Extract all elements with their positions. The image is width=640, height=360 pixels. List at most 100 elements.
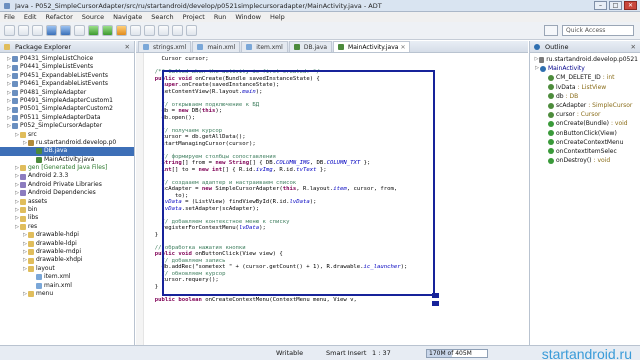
tree-item[interactable]: MainActivity.java [0, 156, 134, 164]
tree-item[interactable]: ▷ bin [0, 206, 134, 214]
avd-manager-icon[interactable] [60, 25, 71, 36]
minimize-icon[interactable]: – [594, 1, 607, 10]
outline-item-name: ru.startandroid.develop.p0521 [546, 56, 638, 63]
tree-item[interactable]: main.xml [0, 282, 134, 290]
menu-item-run[interactable]: Run [214, 13, 226, 21]
tree-item[interactable]: ▷ P052_SimpleCursorAdapter [0, 122, 134, 130]
tree-item[interactable]: ▷ P0451_ExpandableListEvents [0, 72, 134, 80]
outline-item[interactable]: onDestroy(): void [530, 156, 640, 165]
close-tab-icon[interactable]: ✕ [400, 44, 405, 51]
outline-item[interactable]: lvData: ListView [530, 83, 640, 92]
android-sdk-icon[interactable] [46, 25, 57, 36]
tab-db-java[interactable]: DB.java [288, 41, 333, 52]
tree-item[interactable]: ▷ P0501_SimpleAdapterCustom2 [0, 105, 134, 113]
menu-item-help[interactable]: Help [270, 13, 285, 21]
search-icon[interactable] [74, 25, 85, 36]
tree-item[interactable]: ▷ P0491_SimpleAdapterCustom1 [0, 97, 134, 105]
print-icon[interactable] [32, 25, 43, 36]
tab-item-xml[interactable]: item.xml [241, 41, 288, 52]
tree-item[interactable]: ▷ drawable-ldpi [0, 240, 134, 248]
external-tools-icon[interactable] [116, 25, 127, 36]
menu-item-navigate[interactable]: Navigate [113, 13, 142, 21]
new-icon[interactable] [4, 25, 15, 36]
code-line: public boolean onCreateContextMenu(Conte… [154, 296, 357, 303]
tree-item[interactable]: ▷ drawable-mdpi [0, 248, 134, 256]
outline-item[interactable]: onContextItemSelec [530, 147, 640, 156]
tree-item[interactable]: ▷ ru.startandroid.develop.p0 [0, 139, 134, 147]
outline-item[interactable]: cursor: Cursor [530, 110, 640, 119]
code-editor[interactable]: Cursor cursor; /** Called when the activ… [136, 53, 528, 345]
save-icon[interactable] [18, 25, 29, 36]
outline-tab[interactable]: Outline ✕ [530, 41, 640, 53]
highlight-resize-handle[interactable] [432, 293, 439, 298]
menu-item-edit[interactable]: Edit [24, 13, 37, 21]
tree-item[interactable]: DB.java [0, 147, 134, 156]
quick-access-input[interactable]: Quick Access [562, 25, 634, 36]
highlight-resize-handle-lower[interactable] [432, 301, 439, 306]
outline-item[interactable]: ▷ MainActivity [530, 64, 640, 73]
tab-label: DB.java [303, 43, 328, 51]
tree-item[interactable]: ▷ P0461_ExpandableListEvents [0, 80, 134, 88]
file-icon [143, 44, 149, 50]
outline-item[interactable]: scAdapter: SimpleCursor [530, 101, 640, 110]
file-icon [293, 44, 300, 50]
menu-item-window[interactable]: Window [235, 13, 261, 21]
tree-item[interactable]: ▷ Android Private Libraries [0, 181, 134, 189]
run-icon[interactable] [102, 25, 113, 36]
search-file-icon[interactable] [158, 25, 169, 36]
tab-label: MainActivity.java [348, 43, 399, 51]
outline-item-name: onButtonClick(View) [556, 129, 617, 137]
memory-monitor[interactable]: 170M of 405M [426, 349, 488, 358]
outline-item[interactable]: onButtonClick(View) [530, 129, 640, 138]
maximize-icon[interactable]: □ [609, 1, 622, 10]
tree-item-label: ru.startandroid.develop.p0 [36, 138, 117, 146]
outline-item[interactable]: ▷ ru.startandroid.develop.p0521 [530, 55, 640, 64]
tree-item[interactable]: ▷ Android Dependencies [0, 189, 134, 197]
tab-main-xml[interactable]: main.xml [192, 41, 241, 52]
outline-item-name: cursor [556, 111, 575, 119]
tree-item[interactable]: ▷ drawable-hdpi [0, 231, 134, 239]
open-perspective-icon[interactable] [544, 25, 558, 36]
outline-item[interactable]: onCreate(Bundle): void [530, 119, 640, 128]
tree-item[interactable]: ▷ P0431_SimpleListChoice [0, 55, 134, 63]
menu-item-source[interactable]: Source [82, 13, 104, 21]
tab-mainactivity-java[interactable]: MainActivity.java ✕ [333, 41, 411, 52]
forward-icon[interactable] [186, 25, 197, 36]
tree-item[interactable]: ▷ assets [0, 198, 134, 206]
open-type-icon[interactable] [144, 25, 155, 36]
new-java-class-icon[interactable] [130, 25, 141, 36]
menu-item-search[interactable]: Search [151, 13, 173, 21]
outline-item[interactable]: onCreateContextMenu [530, 138, 640, 147]
tree-item[interactable]: ▷ res [0, 223, 134, 231]
menu-item-refactor[interactable]: Refactor [45, 13, 72, 21]
tree-item[interactable]: ▷ gen [Generated Java Files] [0, 164, 134, 172]
tree-item[interactable]: ▷ drawable-xhdpi [0, 256, 134, 264]
tree-item[interactable]: ▷ P0481_SimpleAdapter [0, 89, 134, 97]
tree-item[interactable]: ▷ P0511_SimpleAdapterData [0, 114, 134, 122]
close-icon[interactable]: ✕ [624, 1, 637, 10]
package-explorer-icon [4, 43, 10, 50]
outline-item[interactable]: db: DB [530, 92, 640, 101]
package-explorer-tab[interactable]: Package Explorer ✕ [0, 41, 134, 53]
tree-item[interactable]: ▷ Android 2.3.3 [0, 172, 134, 180]
back-icon[interactable] [172, 25, 183, 36]
tree-item[interactable]: ▷ P0441_SimpleListEvents [0, 63, 134, 71]
menu-bar: File Edit Refactor Source Navigate Search Proj… [0, 12, 640, 22]
tab-strings-xml[interactable]: strings.xml [138, 41, 192, 52]
debug-icon[interactable] [88, 25, 99, 36]
outline-item[interactable]: CM_DELETE_ID: int [530, 73, 640, 82]
tree-item[interactable]: ▷ menu [0, 290, 134, 298]
menu-item-file[interactable]: File [4, 13, 15, 21]
tree-item-label: DB.java [44, 147, 68, 155]
close-view-icon[interactable]: ✕ [125, 43, 130, 51]
fold-icon [20, 207, 26, 214]
tree-item[interactable]: item.xml [0, 273, 134, 281]
tree-item[interactable]: ▷ src [0, 131, 134, 139]
close-outline-icon[interactable]: ✕ [631, 43, 636, 51]
menu-item-project[interactable]: Project [183, 13, 205, 21]
tree-item-label: P052_SimpleCursorAdapter [20, 122, 103, 130]
fold-icon [28, 249, 34, 256]
tree-item[interactable]: ▷ layout [0, 265, 134, 273]
proj-icon [12, 123, 18, 130]
tree-item[interactable]: ▷ libs [0, 214, 134, 222]
